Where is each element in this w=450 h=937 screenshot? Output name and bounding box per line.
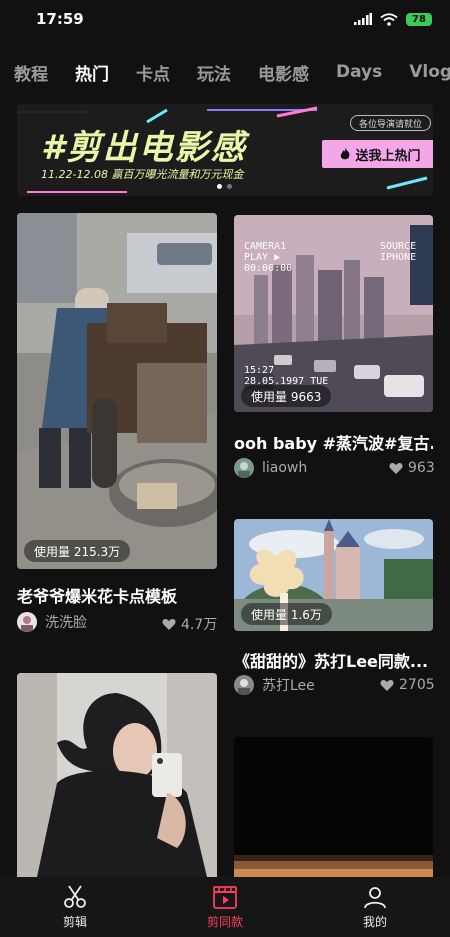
mirror-selfie-image: [17, 673, 217, 877]
banner-subtitle: 11.22-12.08 赢百万曝光流量和万元现金: [41, 168, 244, 181]
author-avatar: [234, 675, 254, 695]
vhs-source-label: SOURCE: [380, 241, 417, 252]
tab-days[interactable]: Days: [336, 62, 382, 82]
flame-icon: [341, 147, 350, 160]
bottom-navigation: 剪辑 剪同款 我的: [0, 877, 450, 937]
vhs-top-left: CAMERA1 PLAY ▶ 00:00:00: [244, 241, 292, 274]
author-avatar: [234, 458, 254, 478]
usage-count-badge: 使用量 1.6万: [241, 603, 332, 625]
nav-profile[interactable]: 我的: [325, 884, 425, 930]
tab-gameplay[interactable]: 玩法: [197, 60, 231, 85]
clapperboard-icon: [213, 886, 237, 909]
scissors-icon: [64, 885, 86, 908]
template-title[interactable]: ooh baby #蒸汽波#复古...: [234, 430, 433, 454]
banner-cta-button[interactable]: 送我上热门: [322, 140, 433, 168]
vhs-play-label: PLAY ▶: [244, 252, 281, 263]
tab-hot[interactable]: 热门: [75, 60, 109, 85]
banner-cta-label: 送我上热门: [355, 148, 421, 164]
tab-vlog[interactable]: Vlog: [409, 62, 450, 82]
popcorn-scene-image: [17, 213, 217, 569]
author-avatar: [17, 612, 37, 632]
like-count[interactable]: 2705: [380, 677, 435, 693]
nav-edit[interactable]: 剪辑: [25, 884, 125, 930]
like-count-value: 2705: [399, 677, 435, 693]
template-author[interactable]: liaowh: [234, 458, 307, 478]
nav-label-templates: 剪同款: [206, 915, 243, 929]
promo-banner[interactable]: #剪出电影感 11.22-12.08 赢百万曝光流量和万元现金 各位导演请就位 …: [17, 104, 433, 196]
like-count-value: 4.7万: [181, 617, 218, 633]
vhs-clock: 15:27: [244, 365, 275, 376]
like-count[interactable]: 963: [389, 460, 435, 476]
like-count[interactable]: 4.7万: [162, 614, 217, 634]
template-thumbnail-sunset[interactable]: [234, 737, 433, 877]
template-author[interactable]: 洗洗脸: [17, 612, 87, 632]
status-time: 17:59: [36, 10, 84, 28]
tab-cinematic[interactable]: 电影感: [258, 60, 309, 85]
usage-count-badge: 使用量 9663: [241, 385, 332, 407]
vhs-counter: 00:00:00: [244, 263, 293, 274]
like-count-value: 963: [408, 460, 435, 476]
sunset-video-image: [234, 737, 433, 877]
author-name: 洗洗脸: [45, 615, 87, 631]
tab-beat-sync[interactable]: 卡点: [136, 60, 170, 85]
signal-icon: [354, 13, 372, 25]
usage-count-badge: 使用量 215.3万: [24, 540, 131, 562]
template-thumbnail-selfie[interactable]: [17, 673, 217, 877]
template-title[interactable]: 老爷爷爆米花卡点模板: [17, 583, 217, 607]
nav-templates[interactable]: 剪同款: [175, 884, 275, 930]
banner-title: #剪出电影感: [41, 128, 247, 168]
vhs-bottom: 15:27 28.05.1997 TUE: [244, 365, 328, 387]
status-bar: 17:59 78: [0, 0, 450, 38]
banner-badge: 各位导演请就位: [350, 115, 432, 131]
vhs-camera-label: CAMERA1: [244, 241, 287, 252]
banner-page-indicator: [217, 184, 232, 189]
category-tabs: 教程 热门 卡点 玩法 电影感 Days Vlog: [0, 52, 450, 92]
person-icon: [364, 887, 386, 909]
nav-label-edit: 剪辑: [62, 915, 87, 929]
tab-tutorial[interactable]: 教程: [14, 60, 48, 85]
nav-label-profile: 我的: [362, 915, 387, 929]
wifi-icon: [380, 12, 398, 26]
battery-icon: 78: [406, 12, 432, 26]
heart-icon: [162, 618, 176, 630]
heart-icon: [389, 462, 403, 474]
heart-icon: [380, 679, 394, 691]
author-name: liaowh: [262, 460, 308, 476]
author-name: 苏打Lee: [262, 678, 315, 694]
template-title[interactable]: 《甜甜的》苏打Lee同款...: [234, 648, 433, 672]
page-dot: [227, 184, 232, 189]
template-thumbnail-popcorn[interactable]: [17, 213, 217, 569]
template-thumbnail-vaporwave[interactable]: CAMERA1 PLAY ▶ 00:00:00 SOURCE IPHONE 15…: [234, 215, 433, 412]
status-icons: 78: [354, 12, 432, 26]
page-dot-active: [217, 184, 222, 189]
template-author[interactable]: 苏打Lee: [234, 675, 315, 695]
vhs-top-right: SOURCE IPHONE: [380, 241, 416, 263]
vhs-device-label: IPHONE: [380, 252, 417, 263]
